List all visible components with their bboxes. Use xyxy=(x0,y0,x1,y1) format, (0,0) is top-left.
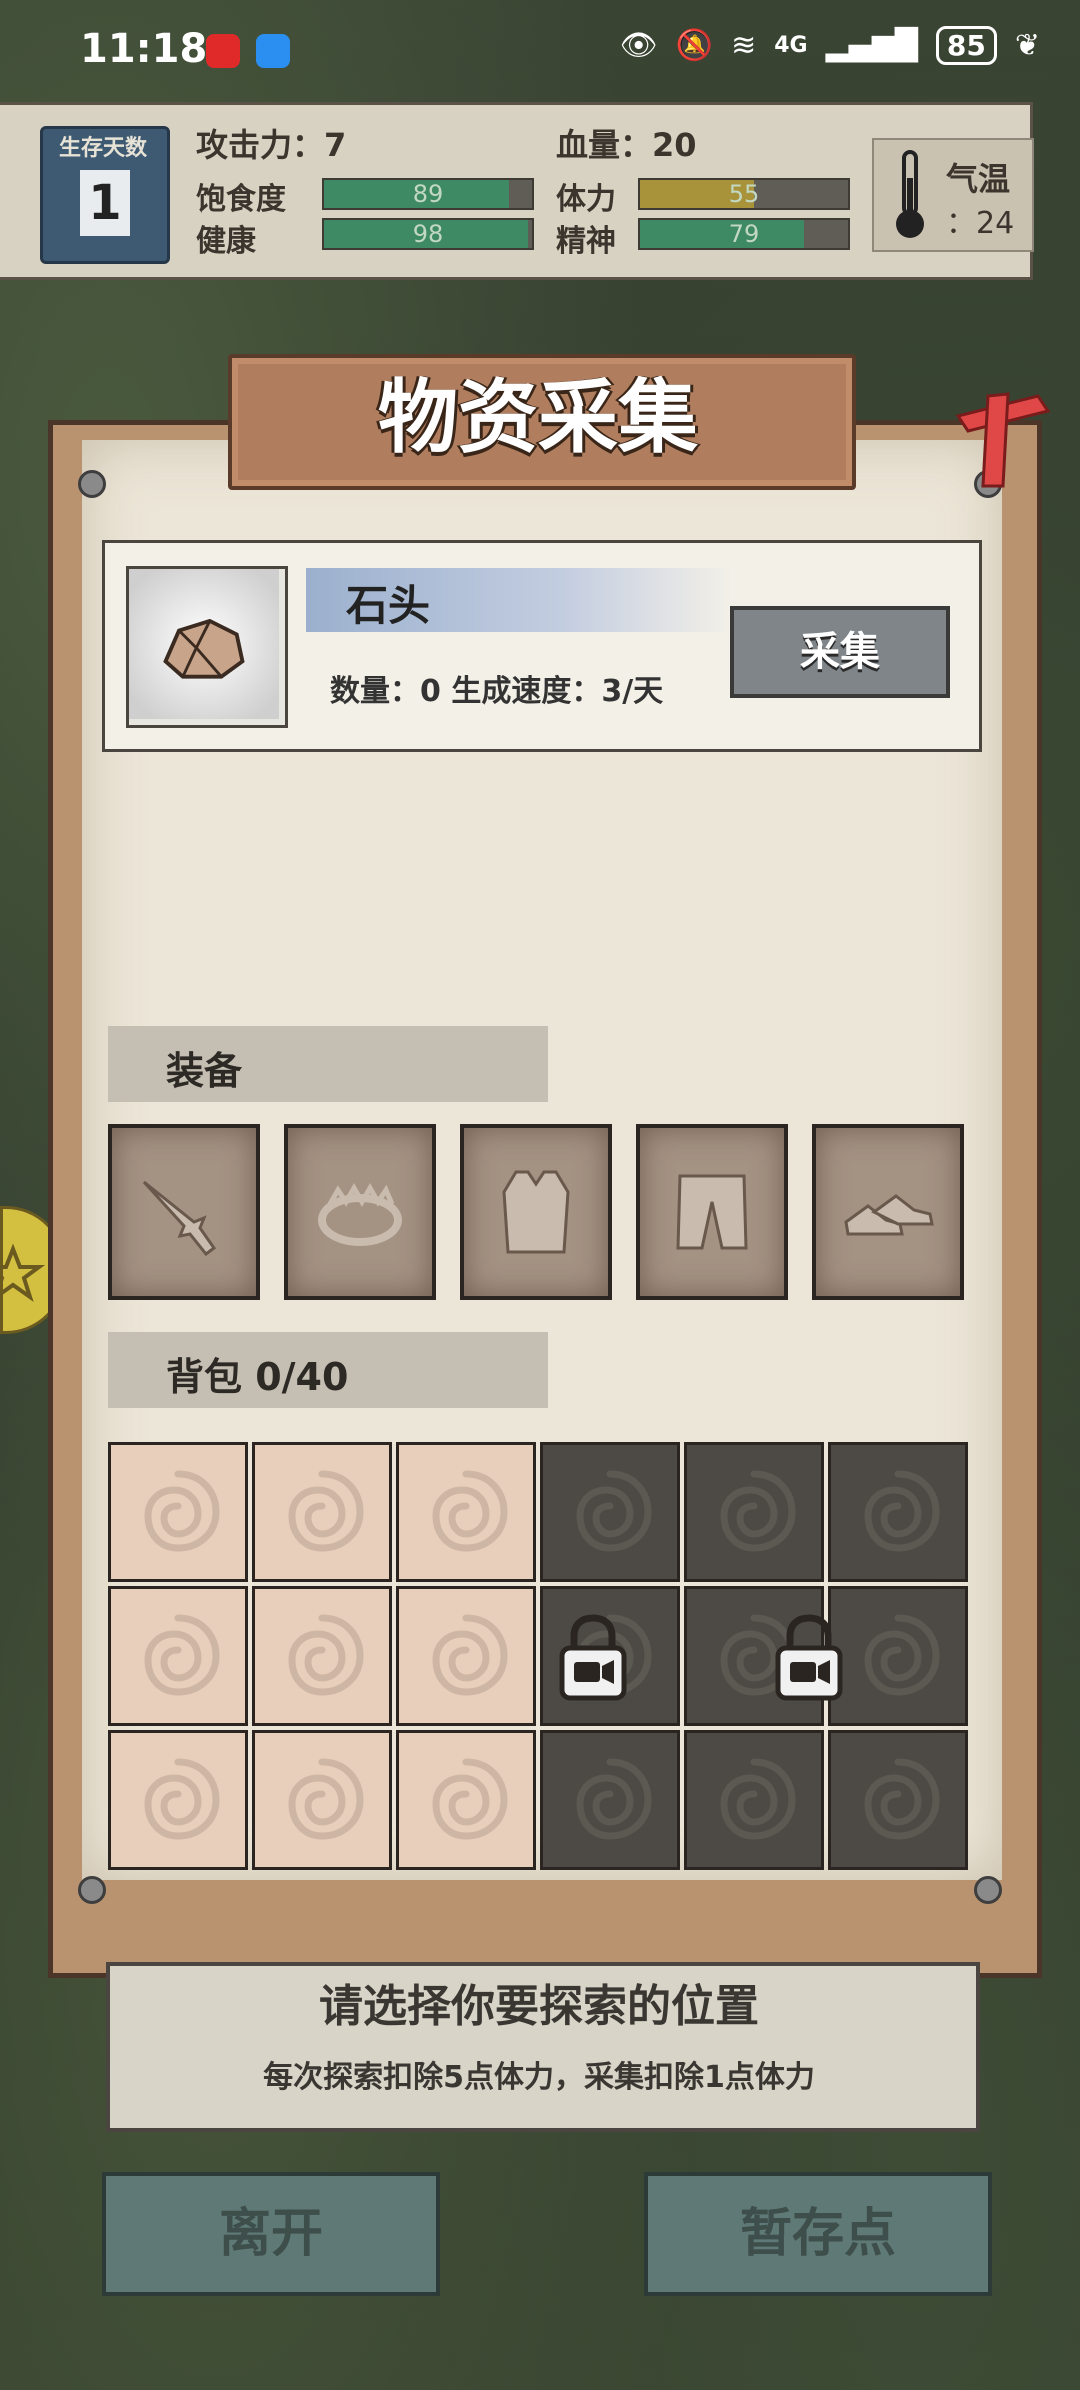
spiral-icon xyxy=(288,1614,364,1696)
survival-days-value: 1 xyxy=(80,170,130,236)
temperature-panel: 气温 ：24 xyxy=(872,138,1034,252)
signal-icon: ▂▄▆█ xyxy=(825,28,918,63)
mute-icon: 🔕 xyxy=(675,28,714,63)
temperature-value: ：24 xyxy=(946,206,1015,241)
hp-label: 血量： xyxy=(556,126,653,164)
temperature-label: 气温 xyxy=(946,160,1011,198)
save-point-button[interactable]: 暂存点 xyxy=(644,2172,992,2296)
backpack-slot[interactable] xyxy=(108,1442,248,1582)
health-value: 98 xyxy=(412,220,444,248)
backpack-slot[interactable] xyxy=(252,1586,392,1726)
vest-icon xyxy=(502,1170,570,1254)
backpack-slot[interactable] xyxy=(396,1730,536,1870)
satiety-bar: 89 xyxy=(322,178,534,210)
hp-value: 20 xyxy=(652,126,697,164)
stamina-label: 体力 xyxy=(556,182,616,217)
attack-stat: 攻击力：7 xyxy=(196,120,346,166)
attack-label: 攻击力： xyxy=(196,126,325,164)
spirit-label: 精神 xyxy=(556,224,616,259)
spiral-icon xyxy=(720,1758,796,1840)
leaf-icon: ❦ xyxy=(1014,28,1040,63)
stone-icon xyxy=(129,569,279,719)
eye-icon: 👁 xyxy=(619,28,658,63)
equipment-slot-shoes[interactable] xyxy=(812,1124,964,1300)
unlock-video-button[interactable] xyxy=(772,1612,846,1708)
stamina-value: 55 xyxy=(728,180,760,208)
resource-image xyxy=(126,566,288,728)
backpack-slot-locked[interactable] xyxy=(684,1730,824,1870)
message-app-icon xyxy=(256,34,290,68)
satiety-label: 饱食度 xyxy=(196,182,286,217)
info-title: 请选择你要探索的位置 xyxy=(319,1981,759,2032)
nail-icon xyxy=(78,1876,106,1904)
trap-icon xyxy=(318,1182,402,1246)
gather-button[interactable]: 采集 xyxy=(730,606,950,698)
equipment-slot-weapon[interactable] xyxy=(108,1124,260,1300)
backpack-slot-locked[interactable] xyxy=(828,1730,968,1870)
spiral-icon xyxy=(864,1470,940,1552)
spiral-icon xyxy=(432,1470,508,1552)
network-label: 4G xyxy=(774,33,808,58)
backpack-slot[interactable] xyxy=(108,1586,248,1726)
equipment-label: 装备 xyxy=(166,1049,243,1093)
backpack-slot[interactable] xyxy=(396,1586,536,1726)
survival-days-label: 生存天数 xyxy=(58,136,147,161)
backpack-slot[interactable] xyxy=(252,1730,392,1870)
backpack-slot-locked[interactable] xyxy=(540,1442,680,1582)
backpack-slot-locked[interactable] xyxy=(828,1442,968,1582)
backpack-slot[interactable] xyxy=(252,1442,392,1582)
lock-video-icon xyxy=(559,1614,627,1701)
spiral-icon xyxy=(144,1758,220,1840)
notification-app-icon xyxy=(206,34,240,68)
equipment-slot-pants[interactable] xyxy=(636,1124,788,1300)
pants-icon xyxy=(676,1174,748,1250)
spiral-icon xyxy=(288,1470,364,1552)
resource-detail: 数量：0 生成速度：3/天 xyxy=(330,674,664,709)
backpack-grid xyxy=(108,1442,972,1870)
health-bar: 98 xyxy=(322,218,534,250)
knife-icon xyxy=(142,1180,217,1257)
equipment-slot-trap[interactable] xyxy=(284,1124,436,1300)
spiral-icon xyxy=(288,1758,364,1840)
health-label: 健康 xyxy=(196,224,256,259)
spiral-icon xyxy=(144,1614,220,1696)
spiral-icon xyxy=(144,1470,220,1552)
spiral-icon xyxy=(864,1758,940,1840)
spiral-icon xyxy=(576,1470,652,1552)
spiral-icon xyxy=(432,1758,508,1840)
status-bar: 11:18 👁 🔕 ≋ 4G ▂▄▆█ 85 ❦ xyxy=(0,0,1080,100)
backpack-slot[interactable] xyxy=(396,1442,536,1582)
nail-icon xyxy=(78,470,106,498)
spiral-icon xyxy=(864,1614,940,1696)
lock-video-icon xyxy=(775,1614,843,1701)
equipment-slot-armor[interactable] xyxy=(460,1124,612,1300)
thermometer-icon xyxy=(896,150,924,238)
battery-indicator: 85 xyxy=(935,26,997,65)
close-icon[interactable] xyxy=(948,386,1058,496)
satiety-value: 89 xyxy=(412,180,444,208)
leave-button[interactable]: 离开 xyxy=(102,2172,440,2296)
resource-name: 石头 xyxy=(346,581,431,630)
stamina-bar: 55 xyxy=(638,178,850,210)
backpack-slot-locked[interactable] xyxy=(684,1442,824,1582)
shoes-icon xyxy=(844,1194,934,1236)
wifi-icon: ≋ xyxy=(731,28,757,63)
nail-icon xyxy=(974,1876,1002,1904)
backpack-slot[interactable] xyxy=(108,1730,248,1870)
spiral-icon xyxy=(576,1758,652,1840)
status-icons: 👁 🔕 ≋ 4G ▂▄▆█ 85 ❦ xyxy=(620,26,1040,65)
unlock-video-button[interactable] xyxy=(556,1612,630,1708)
backpack-label: 背包 0/40 xyxy=(166,1355,349,1399)
spirit-value: 79 xyxy=(728,220,760,248)
backpack-slot-locked[interactable] xyxy=(828,1586,968,1726)
spiral-icon xyxy=(432,1614,508,1696)
dialog-title: 物资采集 xyxy=(378,371,698,464)
backpack-slot-locked[interactable] xyxy=(540,1730,680,1870)
attack-value: 7 xyxy=(324,126,347,164)
info-subtitle: 每次探索扣除5点体力，采集扣除1点体力 xyxy=(263,2060,815,2095)
clock: 11:18 xyxy=(80,26,208,72)
spirit-bar: 79 xyxy=(638,218,850,250)
spiral-icon xyxy=(720,1470,796,1552)
hp-stat: 血量：20 xyxy=(556,120,697,166)
